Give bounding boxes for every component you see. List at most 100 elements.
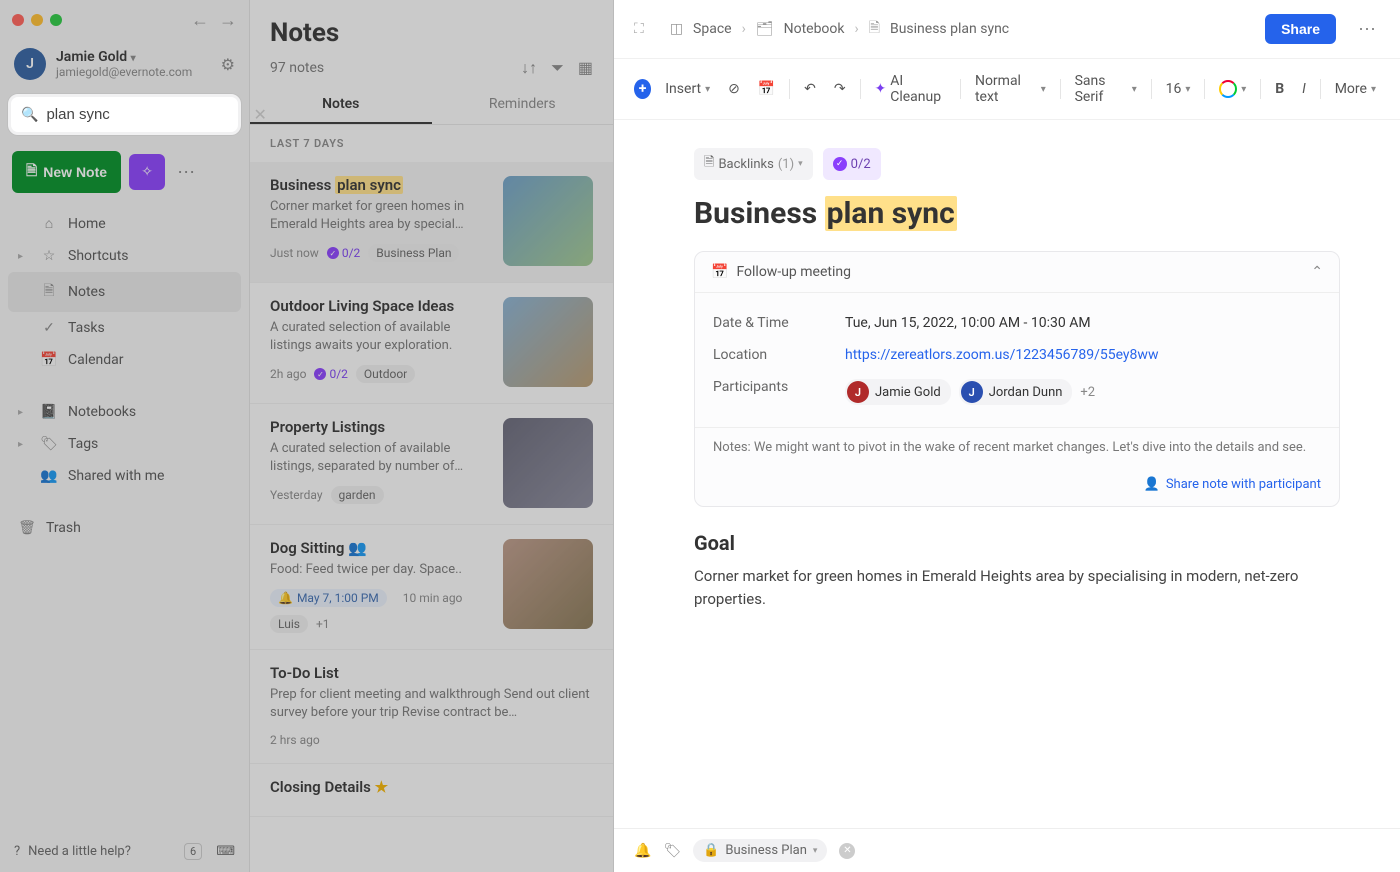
breadcrumb-space[interactable]: Space xyxy=(693,21,732,37)
tag-chip: Business Plan xyxy=(368,244,459,262)
insert-menu[interactable]: Insert▾ xyxy=(661,77,714,101)
clear-search-icon[interactable]: ✕ xyxy=(253,105,266,124)
goal-heading[interactable]: Goal xyxy=(694,531,1340,555)
close-window[interactable] xyxy=(12,14,24,26)
share-button[interactable]: Share xyxy=(1265,14,1336,44)
cube-icon: ◫ xyxy=(670,21,683,37)
participants-more[interactable]: +2 xyxy=(1080,385,1095,400)
note-card-snippet: A curated selection of available listing… xyxy=(270,440,489,476)
tab-reminders[interactable]: Reminders xyxy=(432,86,614,124)
note-card-title: Business plan sync xyxy=(270,176,489,194)
text-style-dropdown[interactable]: Normal text▾ xyxy=(971,69,1050,109)
note-card[interactable]: To-Do ListPrep for client meeting and wa… xyxy=(250,650,613,763)
participant-chip[interactable]: JJordan Dunn xyxy=(959,379,1073,405)
note-count: 97 notes xyxy=(270,60,324,76)
tab-notes[interactable]: Notes xyxy=(250,86,432,124)
note-card-snippet: A curated selection of available listing… xyxy=(270,319,489,355)
back-arrow-icon[interactable]: ← xyxy=(191,10,209,31)
notebook-icon: 🗂 xyxy=(756,21,774,37)
star-icon: ★ xyxy=(375,778,388,796)
tasks-progress-pill[interactable]: ✓ 0/2 xyxy=(823,148,881,180)
insert-plus-icon[interactable]: + xyxy=(634,79,651,99)
nav-icon: 🏷 xyxy=(40,436,58,452)
note-card-title: To-Do List xyxy=(270,664,593,682)
search-input[interactable] xyxy=(46,106,245,123)
filter-icon[interactable]: ⏷ xyxy=(551,58,564,78)
note-card-title: Closing Details ★ xyxy=(270,778,593,796)
note-card[interactable]: Property Listings A curated selection of … xyxy=(250,404,613,525)
redo-icon[interactable]: ↷ xyxy=(830,77,850,101)
help-button[interactable]: ? Need a little help? 6 ⌨ xyxy=(0,831,249,872)
note-card-snippet: Food: Feed twice per day. Space.. xyxy=(270,561,489,579)
maximize-window[interactable] xyxy=(50,14,62,26)
tag-add-icon[interactable]: 🏷 xyxy=(663,843,681,859)
expand-icon[interactable]: ⛶ xyxy=(634,21,644,37)
ai-cleanup-button[interactable]: ✦AI Cleanup xyxy=(871,69,951,109)
task-progress: ✓0/2 xyxy=(314,367,347,381)
note-card-title: Property Listings xyxy=(270,418,489,436)
sidebar-item-shared-with-me[interactable]: 👥Shared with me xyxy=(8,460,241,492)
editor-toolbar: + Insert▾ ⊘ 📅 ↶ ↷ ✦AI Cleanup Normal tex… xyxy=(614,59,1400,120)
forward-arrow-icon[interactable]: → xyxy=(219,10,237,31)
sidebar: ← → J Jamie Gold ▾ jamiegold@evernote.co… xyxy=(0,0,250,872)
italic-button[interactable]: I xyxy=(1298,77,1310,101)
nav-icon: ☆ xyxy=(40,248,58,264)
sidebar-item-shortcuts[interactable]: ▸☆Shortcuts xyxy=(8,240,241,272)
note-card-snippet: Corner market for green homes in Emerald… xyxy=(270,198,489,234)
text-color-picker[interactable]: ▾ xyxy=(1215,76,1250,102)
sidebar-item-tasks[interactable]: ✓Tasks xyxy=(8,312,241,344)
note-card[interactable]: Outdoor Living Space IdeasA curated sele… xyxy=(250,283,613,404)
note-card[interactable]: Dog Sitting 👥Food: Feed twice per day. S… xyxy=(250,525,613,650)
keyboard-icon[interactable]: ⌨ xyxy=(216,844,235,859)
new-note-button[interactable]: 🗎New Note xyxy=(12,151,121,193)
sidebar-item-home[interactable]: ⌂Home xyxy=(8,207,241,240)
lock-icon: 🔒 xyxy=(703,843,719,858)
share-with-participant-link[interactable]: 👤 Share note with participant xyxy=(695,467,1339,506)
account-switcher[interactable]: J Jamie Gold ▾ jamiegold@evernote.com ⚙ xyxy=(0,40,249,88)
remove-tag-icon[interactable]: ✕ xyxy=(839,843,855,859)
note-card[interactable]: Business plan sync Corner market for gree… xyxy=(250,162,613,283)
settings-gear-icon[interactable]: ⚙ xyxy=(221,55,235,74)
calendar-icon[interactable]: 📅 xyxy=(754,77,779,101)
sidebar-item-notes[interactable]: 🗎Notes xyxy=(8,272,241,312)
view-grid-icon[interactable]: ▦ xyxy=(578,58,593,78)
breadcrumb-note[interactable]: Business plan sync xyxy=(890,21,1009,37)
note-tag-chip[interactable]: 🔒 Business Plan ▾ xyxy=(693,839,827,862)
user-plus-icon: 👤 xyxy=(1144,477,1160,492)
note-card[interactable]: Closing Details ★ xyxy=(250,764,613,817)
more-formatting-dropdown[interactable]: More▾ xyxy=(1331,77,1380,101)
more-actions-button[interactable]: ⋯ xyxy=(173,162,199,183)
note-thumbnail xyxy=(503,539,593,629)
chevron-right-icon: ▸ xyxy=(18,407,30,418)
note-list-panel: Notes 97 notes ↓↑ ⏷ ▦ NotesReminders LAS… xyxy=(250,0,614,872)
font-size-dropdown[interactable]: 16▾ xyxy=(1162,77,1195,101)
collapse-icon[interactable]: ⌃ xyxy=(1311,264,1323,280)
note-more-button[interactable]: ⋯ xyxy=(1354,19,1380,40)
breadcrumb-notebook[interactable]: Notebook xyxy=(784,21,845,37)
ai-assist-button[interactable]: ✧ xyxy=(129,154,165,190)
meeting-date-label: Date & Time xyxy=(713,315,845,331)
sort-icon[interactable]: ↓↑ xyxy=(521,58,537,78)
help-icon: ? xyxy=(14,844,20,859)
sidebar-item-notebooks[interactable]: ▸📓Notebooks xyxy=(8,396,241,428)
note-title[interactable]: Business plan sync xyxy=(694,196,1340,231)
search-box[interactable]: 🔍 ✕ xyxy=(8,94,241,135)
minimize-window[interactable] xyxy=(31,14,43,26)
bold-button[interactable]: B xyxy=(1271,77,1288,101)
participant-avatar: J xyxy=(847,381,869,403)
font-family-dropdown[interactable]: Sans Serif▾ xyxy=(1071,69,1141,109)
participant-chip[interactable]: JJamie Gold xyxy=(845,379,951,405)
goal-paragraph[interactable]: Corner market for green homes in Emerald… xyxy=(694,565,1340,610)
sidebar-item-calendar[interactable]: 📅Calendar xyxy=(8,344,241,376)
note-thumbnail xyxy=(503,176,593,266)
meeting-location-link[interactable]: https://zereatlors.zoom.us/1223456789/55… xyxy=(845,347,1158,363)
reminder-add-icon[interactable]: 🔔 xyxy=(634,843,651,859)
trash-icon: 🗑 xyxy=(18,520,36,536)
chevron-right-icon: ▸ xyxy=(18,439,30,450)
sidebar-item-trash[interactable]: 🗑 Trash xyxy=(8,512,241,544)
sidebar-item-tags[interactable]: ▸🏷Tags xyxy=(8,428,241,460)
note-group-header: LAST 7 DAYS xyxy=(250,125,613,162)
backlinks-pill[interactable]: 🗎 Backlinks (1) ▾ xyxy=(694,148,813,180)
task-checkbox-icon[interactable]: ⊘ xyxy=(724,77,744,101)
undo-icon[interactable]: ↶ xyxy=(800,77,820,101)
